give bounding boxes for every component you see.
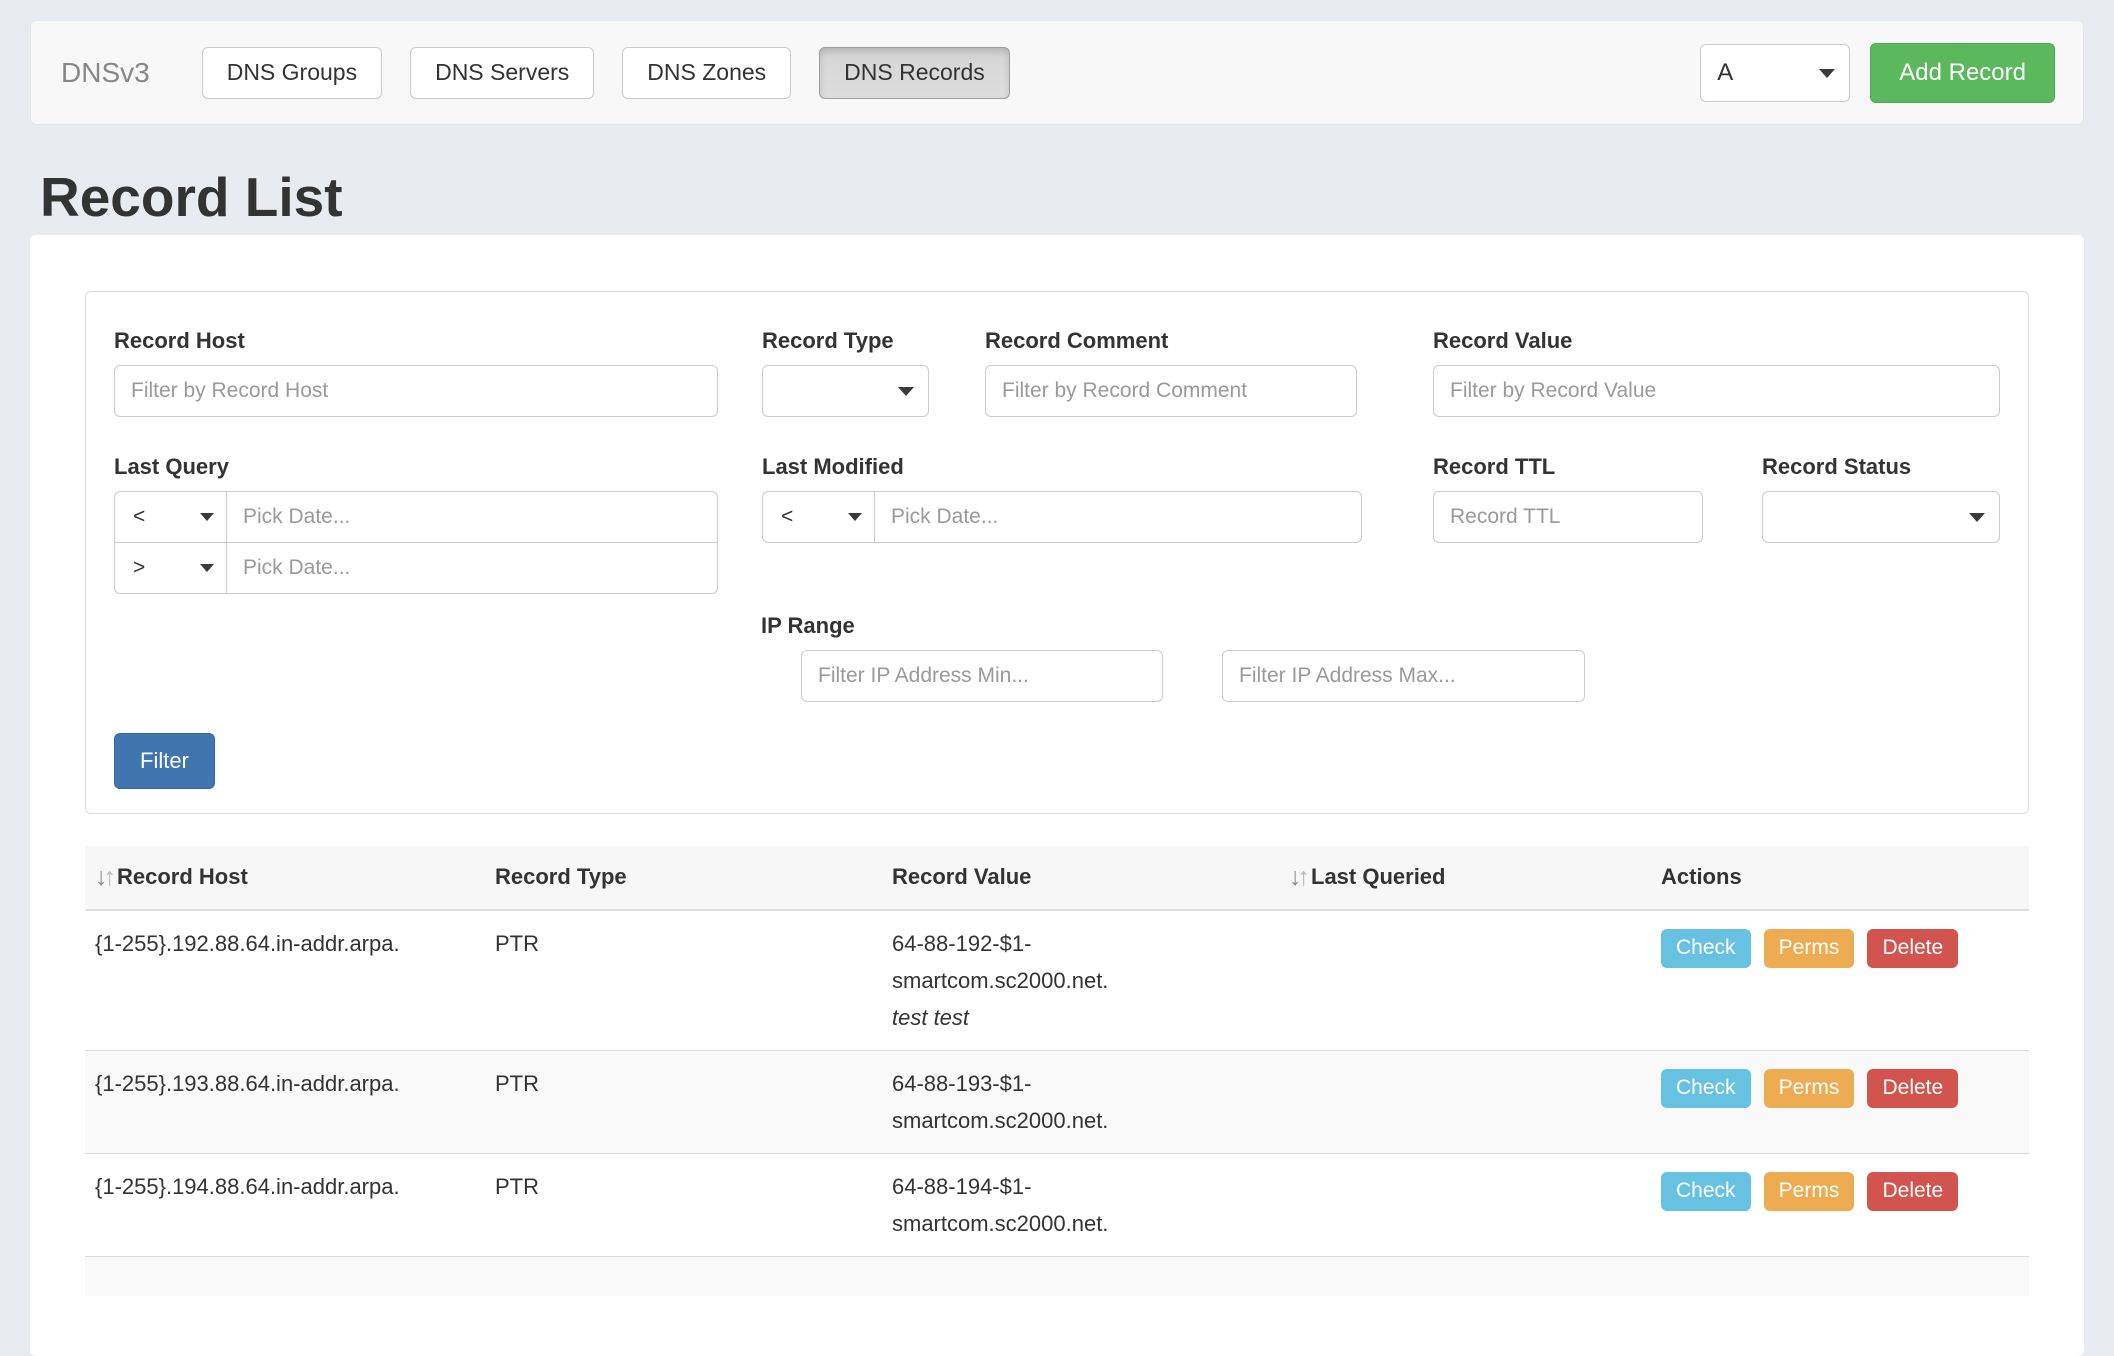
column-header-label: Record Value xyxy=(892,864,1031,889)
ip-address-min-input[interactable] xyxy=(801,650,1163,702)
table-row: {1-255}.194.88.64.in-addr.arpa. PTR 64-8… xyxy=(85,1153,2029,1256)
record-value-text: 64-88-192-$1-smartcom.sc2000.net. xyxy=(892,925,1172,999)
column-header-actions: Actions xyxy=(1651,846,2029,910)
record-ttl-label: Record TTL xyxy=(1433,454,1703,479)
record-host-input[interactable] xyxy=(114,365,718,417)
column-header-record-host[interactable]: ↓↑Record Host xyxy=(85,846,485,910)
delete-button[interactable]: Delete xyxy=(1867,929,1958,968)
column-header-label: Record Host xyxy=(117,864,248,889)
navbar-right: A Add Record xyxy=(1700,43,2055,103)
record-type-cell: PTR xyxy=(485,1153,882,1256)
column-header-last-queried[interactable]: ↓↑Last Queried xyxy=(1279,846,1651,910)
record-type-label: Record Type xyxy=(762,328,929,353)
record-comment-label: Record Comment xyxy=(985,328,1357,353)
last-query-operator-gt-select[interactable]: > xyxy=(114,542,227,594)
last-queried-cell xyxy=(1279,910,1651,1051)
records-table: ↓↑Record Host Record Type Record Value ↓… xyxy=(85,846,2029,1297)
column-header-record-type: Record Type xyxy=(485,846,882,910)
record-comment-text: test test xyxy=(892,999,1269,1036)
perms-button[interactable]: Perms xyxy=(1764,1069,1855,1108)
perms-button[interactable]: Perms xyxy=(1764,1172,1855,1211)
record-type-select-value: A xyxy=(1717,59,1733,87)
sort-arrows-icon: ↓↑ xyxy=(1289,863,1306,892)
column-header-label: Last Queried xyxy=(1311,864,1445,889)
ip-address-max-input[interactable] xyxy=(1222,650,1585,702)
operator-value: < xyxy=(781,505,793,529)
nav-button-dns-servers[interactable]: DNS Servers xyxy=(410,47,594,99)
record-host-label: Record Host xyxy=(114,328,718,353)
last-query-operator-lt-select[interactable]: < xyxy=(114,491,227,543)
last-queried-cell xyxy=(1279,1153,1651,1256)
check-button[interactable]: Check xyxy=(1661,1069,1751,1108)
caret-down-icon xyxy=(1969,513,1985,522)
record-status-label: Record Status xyxy=(1762,454,2000,479)
navbar: DNSv3 DNS Groups DNS Servers DNS Zones D… xyxy=(30,20,2084,125)
caret-down-icon xyxy=(1819,69,1835,78)
table-row xyxy=(85,1256,2029,1296)
actions-cell: Check Perms Delete xyxy=(1651,910,2029,1051)
last-query-label: Last Query xyxy=(114,454,718,479)
record-status-select[interactable] xyxy=(1762,491,2000,543)
sort-arrows-icon: ↓↑ xyxy=(95,863,112,892)
record-comment-input[interactable] xyxy=(985,365,1357,417)
operator-value: < xyxy=(133,505,145,529)
perms-button[interactable]: Perms xyxy=(1764,929,1855,968)
record-value-text: 64-88-194-$1-smartcom.sc2000.net. xyxy=(892,1168,1172,1242)
record-value-input[interactable] xyxy=(1433,365,2000,417)
page-title: Record List xyxy=(40,167,2114,229)
ip-range-label: IP Range xyxy=(761,613,2000,638)
record-host-cell: {1-255}.193.88.64.in-addr.arpa. xyxy=(85,1050,485,1153)
delete-button[interactable]: Delete xyxy=(1867,1172,1958,1211)
table-header-row: ↓↑Record Host Record Type Record Value ↓… xyxy=(85,846,2029,910)
column-header-label: Record Type xyxy=(495,864,627,889)
last-query-date-before-input[interactable] xyxy=(227,491,718,543)
last-query-date-after-input[interactable] xyxy=(227,542,718,594)
last-modified-date-input[interactable] xyxy=(875,491,1362,543)
last-modified-label: Last Modified xyxy=(762,454,1362,479)
operator-value: > xyxy=(133,556,145,580)
record-host-cell: {1-255}.192.88.64.in-addr.arpa. xyxy=(85,910,485,1051)
record-type-cell: PTR xyxy=(485,1050,882,1153)
nav-button-dns-zones[interactable]: DNS Zones xyxy=(622,47,791,99)
nav-button-dns-groups[interactable]: DNS Groups xyxy=(202,47,382,99)
table-row: {1-255}.192.88.64.in-addr.arpa. PTR 64-8… xyxy=(85,910,2029,1051)
last-modified-operator-select[interactable]: < xyxy=(762,491,875,543)
last-queried-cell xyxy=(1279,1050,1651,1153)
check-button[interactable]: Check xyxy=(1661,929,1751,968)
record-value-label: Record Value xyxy=(1433,328,2000,353)
record-host-cell: {1-255}.194.88.64.in-addr.arpa. xyxy=(85,1153,485,1256)
record-value-cell: 64-88-193-$1-smartcom.sc2000.net. xyxy=(882,1050,1279,1153)
caret-down-icon xyxy=(200,564,214,572)
record-type-select[interactable]: A xyxy=(1700,44,1850,102)
record-type-filter-select[interactable] xyxy=(762,365,929,417)
record-ttl-input[interactable] xyxy=(1433,491,1703,543)
add-record-button[interactable]: Add Record xyxy=(1870,43,2055,103)
caret-down-icon xyxy=(200,513,214,521)
content-card: Record Host Record Type Record Comment R… xyxy=(30,235,2084,1356)
actions-cell: Check Perms Delete xyxy=(1651,1050,2029,1153)
column-header-record-value: Record Value xyxy=(882,846,1279,910)
delete-button[interactable]: Delete xyxy=(1867,1069,1958,1108)
filter-submit-button[interactable]: Filter xyxy=(114,733,215,789)
brand-logo: DNSv3 xyxy=(61,57,150,89)
caret-down-icon xyxy=(848,513,862,521)
filter-panel: Record Host Record Type Record Comment R… xyxy=(85,291,2029,814)
record-type-cell: PTR xyxy=(485,910,882,1051)
record-value-text: 64-88-193-$1-smartcom.sc2000.net. xyxy=(892,1065,1172,1139)
nav-button-dns-records[interactable]: DNS Records xyxy=(819,47,1010,99)
actions-cell: Check Perms Delete xyxy=(1651,1153,2029,1256)
table-row: {1-255}.193.88.64.in-addr.arpa. PTR 64-8… xyxy=(85,1050,2029,1153)
check-button[interactable]: Check xyxy=(1661,1172,1751,1211)
record-value-cell: 64-88-192-$1-smartcom.sc2000.net. test t… xyxy=(882,910,1279,1051)
record-value-cell: 64-88-194-$1-smartcom.sc2000.net. xyxy=(882,1153,1279,1256)
caret-down-icon xyxy=(898,387,914,396)
nav-buttons: DNS Groups DNS Servers DNS Zones DNS Rec… xyxy=(202,47,1010,99)
column-header-label: Actions xyxy=(1661,864,1742,889)
